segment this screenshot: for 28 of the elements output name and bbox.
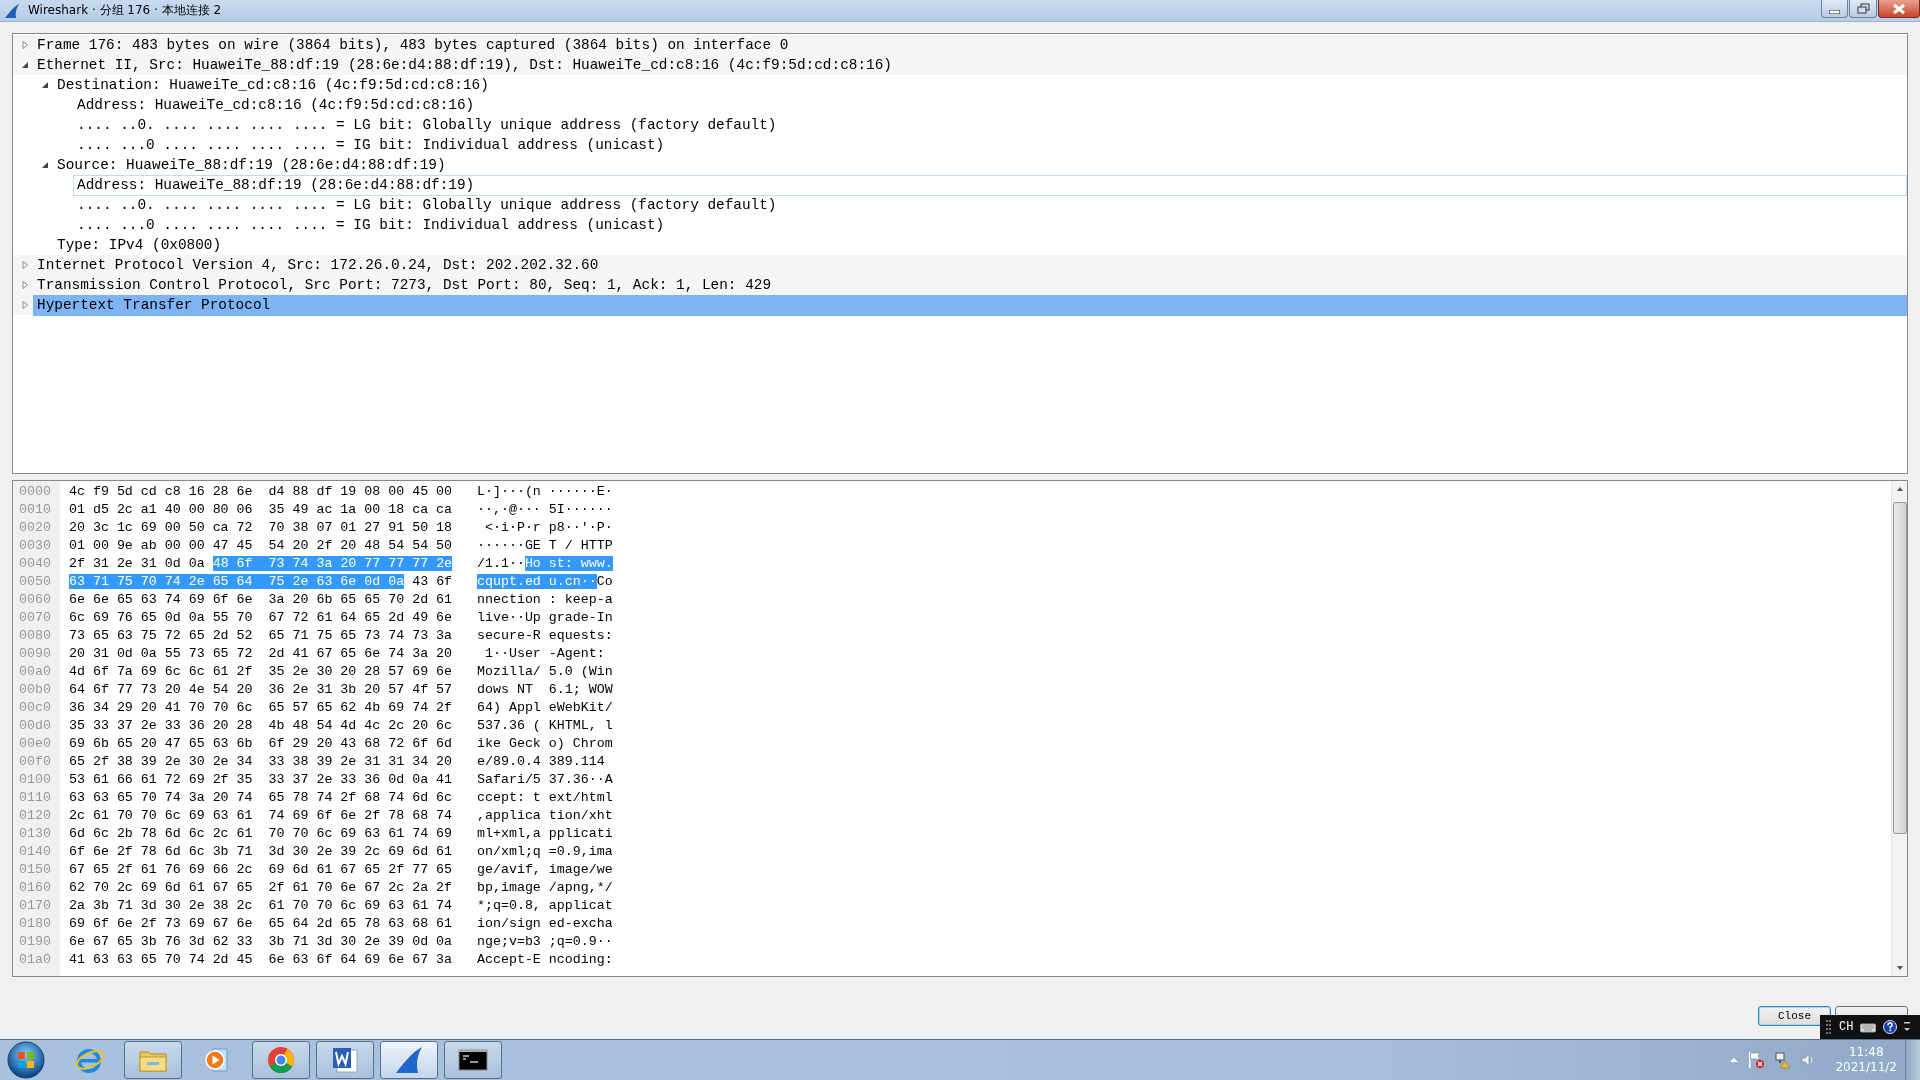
byte-offset: 0160 <box>18 879 52 895</box>
byte-offset: 0000 <box>18 483 52 499</box>
byte-offset: 01a0 <box>18 951 52 967</box>
byte-offset: 0050 <box>18 573 52 589</box>
byte-offset: 00b0 <box>18 681 52 697</box>
byte-offset: 0100 <box>18 771 52 787</box>
byte-offset: 0080 <box>18 627 52 643</box>
byte-offset: 00e0 <box>18 735 52 751</box>
byte-offset: 0110 <box>18 789 52 805</box>
byte-offset: 00c0 <box>18 699 52 715</box>
byte-offset: 0130 <box>18 825 52 841</box>
byte-offset: 0060 <box>18 591 52 607</box>
byte-offset: 0090 <box>18 645 52 661</box>
window-title: Wireshark · 分组 176 · 本地连接 2 <box>28 2 222 19</box>
byte-offset: 00f0 <box>18 753 52 769</box>
byte-offset: 00d0 <box>18 717 52 733</box>
byte-offset: 0030 <box>18 537 52 553</box>
byte-offset: 0020 <box>18 519 52 535</box>
byte-offset: 0150 <box>18 861 52 877</box>
byte-offset: 0180 <box>18 915 52 931</box>
byte-offset: 0190 <box>18 933 52 949</box>
byte-offset: 0140 <box>18 843 52 859</box>
byte-offset: 0040 <box>18 555 52 571</box>
byte-offset: 0170 <box>18 897 52 913</box>
byte-offset: 0120 <box>18 807 52 823</box>
byte-offset: 00a0 <box>18 663 52 679</box>
byte-offset: 0010 <box>18 501 52 517</box>
byte-offset: 0070 <box>18 609 52 625</box>
